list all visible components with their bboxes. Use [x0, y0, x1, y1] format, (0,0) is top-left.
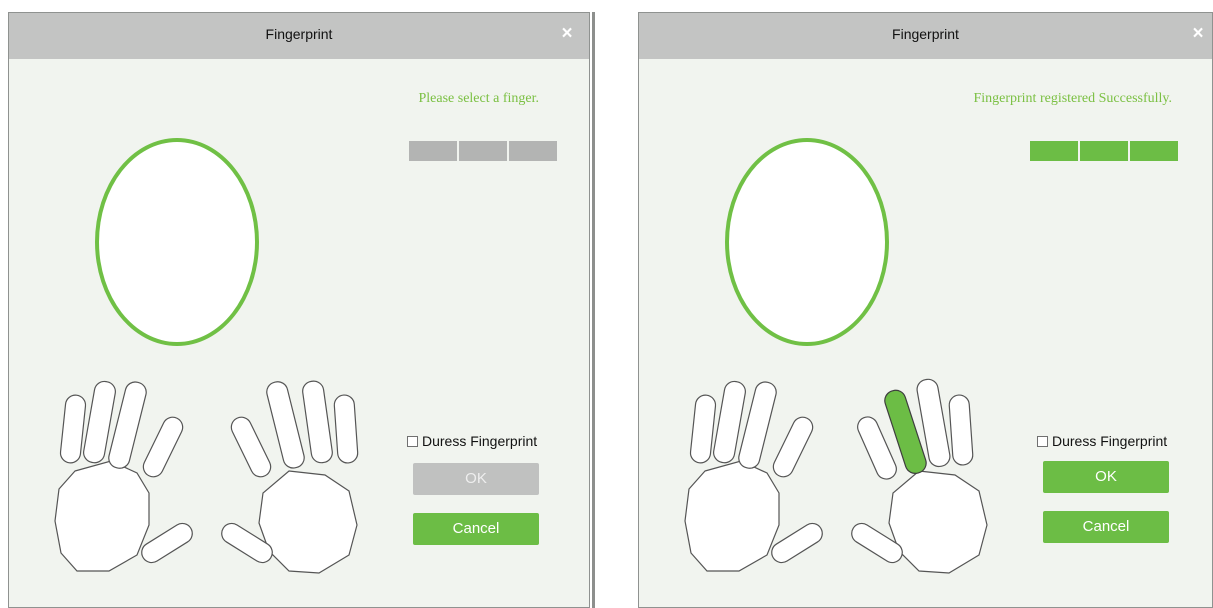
hands-svg: [684, 378, 988, 574]
left-pinky-finger[interactable]: [59, 394, 87, 464]
fingerprint-preview: [95, 138, 259, 346]
progress-segment: [409, 141, 457, 161]
right-pinky-finger[interactable]: [333, 394, 359, 464]
progress-segment: [1080, 141, 1128, 161]
hands-diagram: [683, 375, 993, 585]
left-palm-icon: [684, 460, 780, 572]
duress-label: Duress Fingerprint: [422, 433, 538, 449]
right-index-finger[interactable]: [228, 414, 274, 480]
dialog-titlebar: Fingerprint ×: [9, 13, 589, 59]
right-ring-finger[interactable]: [948, 394, 974, 466]
duress-checkbox[interactable]: [407, 435, 418, 447]
enroll-progress: [1030, 141, 1178, 161]
fingerprint-dialog-select: Fingerprint × Please select a finger. Du…: [8, 12, 590, 608]
ok-button[interactable]: OK: [413, 463, 539, 495]
dialog-title: Fingerprint: [892, 26, 959, 42]
right-middle-finger[interactable]: [265, 380, 307, 470]
progress-segment: [459, 141, 507, 161]
left-index-finger[interactable]: [140, 414, 186, 480]
right-ring-finger[interactable]: [301, 380, 333, 464]
duress-label: Duress Fingerprint: [1052, 433, 1168, 449]
fingerprint-dialog-success: Fingerprint × Fingerprint registered Suc…: [638, 12, 1213, 608]
duress-fingerprint-option[interactable]: Duress Fingerprint: [407, 433, 537, 449]
scrollbar-edge: [592, 12, 595, 608]
right-palm-icon: [888, 470, 988, 574]
dialog-titlebar: Fingerprint ×: [639, 13, 1212, 59]
progress-segment: [1130, 141, 1178, 161]
cancel-button[interactable]: Cancel: [413, 513, 539, 545]
enroll-progress: [409, 141, 557, 161]
hands-svg: [54, 380, 359, 574]
left-index-finger[interactable]: [770, 414, 816, 480]
status-message: Please select a finger.: [418, 91, 539, 106]
ok-button[interactable]: OK: [1043, 461, 1169, 493]
right-palm-icon: [258, 470, 358, 574]
close-icon[interactable]: ×: [1188, 23, 1208, 45]
duress-fingerprint-option[interactable]: Duress Fingerprint: [1037, 433, 1167, 449]
progress-segment: [1030, 141, 1078, 161]
hands-diagram: [53, 375, 363, 585]
dialog-title: Fingerprint: [265, 26, 333, 42]
duress-checkbox[interactable]: [1037, 435, 1048, 447]
fingerprint-preview: [725, 138, 889, 346]
status-message: Fingerprint registered Successfully.: [973, 91, 1172, 106]
close-icon[interactable]: ×: [557, 23, 577, 45]
left-palm-icon: [54, 460, 150, 572]
progress-segment: [509, 141, 557, 161]
left-pinky-finger[interactable]: [689, 394, 717, 464]
cancel-button[interactable]: Cancel: [1043, 511, 1169, 543]
